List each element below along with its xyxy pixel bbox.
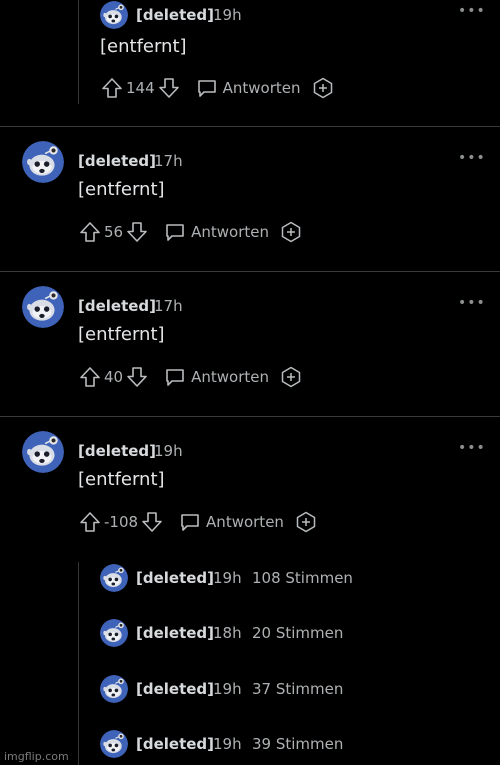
- arrow-up-icon[interactable]: [78, 510, 102, 534]
- watermark: imgflip.com: [4, 750, 69, 763]
- comment-body: [entfernt]: [100, 36, 187, 57]
- comment-4: [deleted] 19h ••• [entfernt] -108 Antwor…: [0, 417, 500, 557]
- comment-body: [entfernt]: [78, 469, 165, 490]
- comment-time: 18h: [213, 624, 242, 642]
- vote-count: 20 Stimmen: [252, 624, 344, 642]
- comment-author[interactable]: [deleted]: [78, 152, 156, 170]
- arrow-down-icon[interactable]: [125, 365, 149, 389]
- snoo-avatar-icon[interactable]: [100, 1, 128, 29]
- comment-2: [deleted] 17h ••• [entfernt] 56 Antworte…: [0, 127, 500, 271]
- vote-count: 40: [104, 368, 124, 386]
- arrow-down-icon[interactable]: [140, 510, 164, 534]
- speech-bubble-icon: [195, 76, 219, 100]
- award-icon[interactable]: [279, 365, 303, 389]
- vote-count: 108 Stimmen: [252, 569, 353, 587]
- snoo-avatar-icon[interactable]: [100, 619, 128, 647]
- vote-count: 37 Stimmen: [252, 680, 344, 698]
- comment-body: [entfernt]: [78, 179, 165, 200]
- reply-label: Antworten: [191, 368, 269, 386]
- arrow-up-icon[interactable]: [78, 365, 102, 389]
- comment-time: 19h: [154, 442, 183, 460]
- reply-button[interactable]: Antworten: [163, 220, 269, 244]
- comment-author[interactable]: [deleted]: [78, 442, 156, 460]
- more-options-button[interactable]: •••: [458, 4, 486, 18]
- snoo-avatar-icon[interactable]: [100, 675, 128, 703]
- vote-count: 56: [104, 223, 124, 241]
- arrow-up-icon[interactable]: [78, 220, 102, 244]
- comment-time: 19h: [213, 680, 242, 698]
- comment-body: [entfernt]: [78, 324, 165, 345]
- reply-button[interactable]: Antworten: [163, 365, 269, 389]
- speech-bubble-icon: [163, 220, 187, 244]
- collapsed-reply[interactable]: [deleted] 18h 20 Stimmen: [0, 618, 500, 648]
- comment-1: [deleted] 19h ••• [entfernt] 144 Antwort…: [0, 0, 500, 126]
- snoo-avatar-icon[interactable]: [22, 141, 64, 183]
- reply-label: Antworten: [191, 223, 269, 241]
- more-options-button[interactable]: •••: [458, 441, 486, 455]
- arrow-down-icon[interactable]: [125, 220, 149, 244]
- more-options-button[interactable]: •••: [458, 296, 486, 310]
- comment-author[interactable]: [deleted]: [78, 297, 156, 315]
- speech-bubble-icon: [163, 365, 187, 389]
- comment-author[interactable]: [deleted]: [136, 680, 214, 698]
- snoo-avatar-icon[interactable]: [100, 730, 128, 758]
- award-icon[interactable]: [279, 220, 303, 244]
- snoo-avatar-icon[interactable]: [100, 564, 128, 592]
- reply-button[interactable]: Antworten: [195, 76, 301, 100]
- comment-time: 19h: [213, 6, 242, 24]
- comment-author[interactable]: [deleted]: [136, 6, 214, 24]
- arrow-down-icon[interactable]: [157, 76, 181, 100]
- reply-label: Antworten: [222, 79, 301, 97]
- comment-3: [deleted] 17h ••• [entfernt] 40 Antworte…: [0, 272, 500, 416]
- collapsed-reply[interactable]: [deleted] 19h 108 Stimmen: [0, 563, 500, 593]
- more-options-button[interactable]: •••: [458, 151, 486, 165]
- comment-time: 19h: [213, 569, 242, 587]
- vote-count: -108: [104, 513, 139, 531]
- vote-count: 39 Stimmen: [252, 735, 344, 753]
- comment-author[interactable]: [deleted]: [136, 624, 214, 642]
- snoo-avatar-icon[interactable]: [22, 431, 64, 473]
- collapsed-reply[interactable]: [deleted] 19h 37 Stimmen: [0, 674, 500, 704]
- vote-count: 144: [126, 79, 155, 97]
- comment-author[interactable]: [deleted]: [136, 569, 214, 587]
- comment-time: 17h: [154, 297, 183, 315]
- collapsed-reply[interactable]: [deleted] 19h 39 Stimmen: [0, 729, 500, 759]
- comment-time: 19h: [213, 735, 242, 753]
- comment-author[interactable]: [deleted]: [136, 735, 214, 753]
- comment-time: 17h: [154, 152, 183, 170]
- arrow-up-icon[interactable]: [100, 76, 124, 100]
- award-icon[interactable]: [311, 76, 335, 100]
- reply-button[interactable]: Antworten: [178, 510, 284, 534]
- snoo-avatar-icon[interactable]: [22, 286, 64, 328]
- speech-bubble-icon: [178, 510, 202, 534]
- reply-label: Antworten: [206, 513, 284, 531]
- award-icon[interactable]: [294, 510, 318, 534]
